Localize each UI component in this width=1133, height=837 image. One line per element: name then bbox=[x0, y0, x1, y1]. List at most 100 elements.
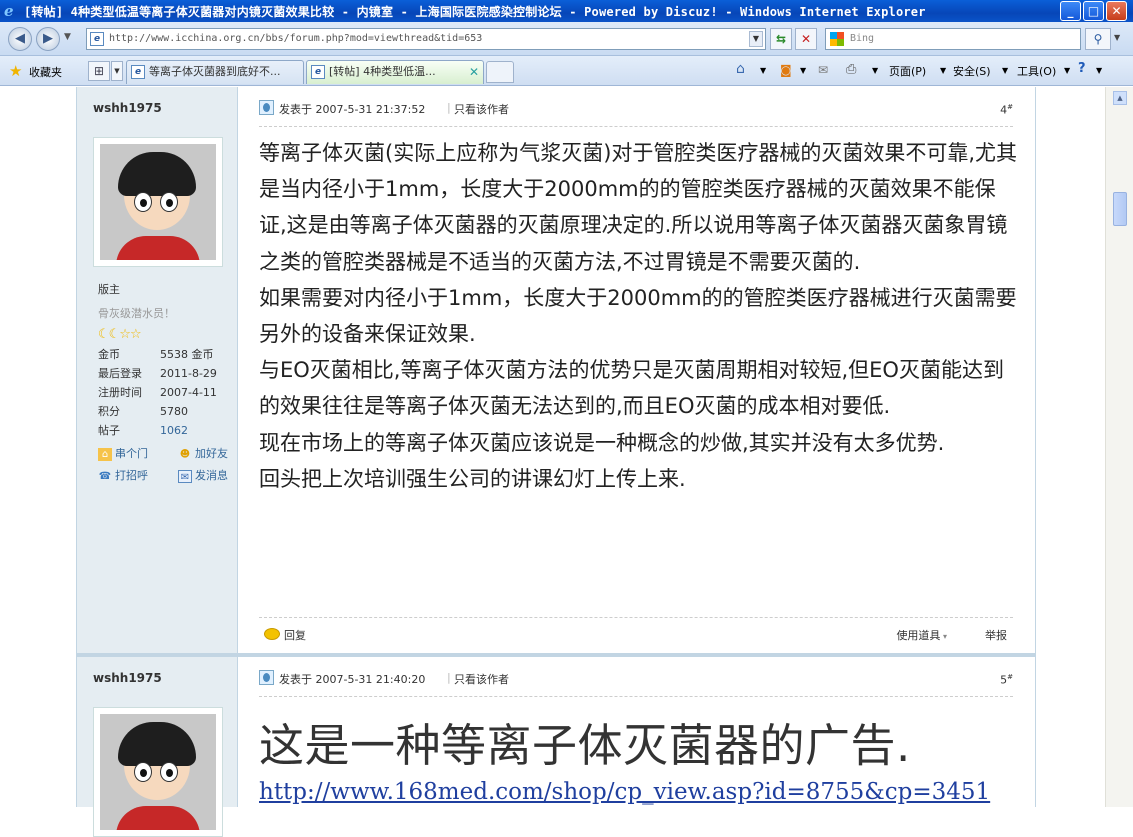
home-icon: ⌂ bbox=[98, 447, 112, 461]
reply-icon[interactable] bbox=[264, 628, 280, 640]
author-name[interactable]: wshh1975 bbox=[93, 671, 162, 685]
message-paragraph: 等离子体灭菌(实际上应称为气浆灭菌)对于管腔类医疗器械的灭菌效果不可靠,尤其是当… bbox=[259, 141, 1018, 274]
add-friend-icon: ☻ bbox=[179, 448, 191, 460]
page-menu-dropdown-icon[interactable]: ▼ bbox=[940, 66, 946, 75]
post-5: wshh1975 发表于 2007-5-31 21:40:20 | 只看该作者 … bbox=[77, 657, 1035, 837]
avatar-image bbox=[100, 144, 216, 260]
maximize-button[interactable]: □ bbox=[1083, 1, 1104, 21]
help-dropdown-icon[interactable]: ▼ bbox=[1096, 66, 1102, 75]
quick-tabs-icon[interactable]: ⊞ bbox=[88, 61, 110, 81]
avatar[interactable] bbox=[93, 707, 223, 837]
post-time: 发表于 2007-5-31 21:40:20 bbox=[279, 673, 426, 686]
post-content-area: 发表于 2007-5-31 21:37:52 | 只看该作者 4# 等离子体灭菌… bbox=[239, 87, 1035, 653]
tools-menu[interactable]: 工具(O) bbox=[1017, 63, 1056, 79]
author-name[interactable]: wshh1975 bbox=[93, 101, 162, 115]
page-icon: e bbox=[90, 32, 104, 46]
post-4: wshh1975 版主 骨灰级潜水员！ ☾☾☆☆ 金币 5538 金币 最后登录 2… bbox=[77, 87, 1035, 653]
floor-number[interactable]: 4# bbox=[1000, 103, 1013, 117]
close-tab-icon[interactable]: ✕ bbox=[469, 61, 479, 83]
reply-button[interactable]: 回复 bbox=[284, 627, 306, 643]
favorites-tab-bar: ★ 收藏夹 ⊞ ▼ e 等离子体灭菌器到底好不... e [转帖] 4种类型低温… bbox=[0, 56, 1133, 86]
back-button[interactable]: ◀ bbox=[8, 27, 32, 51]
message-paragraph: 如果需要对内径小于1mm，长度大于2000mm的的管腔类医疗器械进行灭菌需要另外… bbox=[259, 285, 1017, 347]
favorites-star-icon[interactable]: ★ bbox=[9, 62, 22, 80]
new-tab-button[interactable] bbox=[486, 61, 514, 83]
message-icon: ✉ bbox=[178, 469, 192, 483]
safety-menu[interactable]: 安全(S) bbox=[953, 63, 991, 79]
author-sidebar: wshh1975 版主 骨灰级潜水员！ ☾☾☆☆ 金币 5538 金币 最后登录 2… bbox=[77, 87, 238, 653]
minimize-button[interactable]: _ bbox=[1060, 1, 1081, 21]
post-title: 这是一种等离子体灭菌器的广告. bbox=[259, 719, 911, 772]
forward-button[interactable]: ▶ bbox=[36, 27, 60, 51]
use-tools-menu[interactable]: 使用道具 bbox=[896, 627, 947, 643]
stat-posts: 帖子 1062 bbox=[98, 424, 188, 437]
address-toolbar: ◀ ▶ ▼ e http://www.icchina.org.cn/bbs/fo… bbox=[0, 22, 1133, 56]
ie-logo-icon: e bbox=[4, 2, 14, 20]
search-input[interactable]: Bing bbox=[825, 28, 1081, 50]
greet-button[interactable]: ☎ 打招呼 bbox=[98, 467, 178, 483]
only-author-link[interactable]: 只看该作者 bbox=[454, 101, 509, 117]
tools-menu-dropdown-icon[interactable]: ▼ bbox=[1064, 66, 1070, 75]
print-dropdown-icon[interactable]: ▼ bbox=[872, 66, 878, 75]
author-sidebar: wshh1975 bbox=[77, 657, 238, 837]
close-window-button[interactable]: ✕ bbox=[1106, 1, 1127, 21]
stat-last-login: 最后登录 2011-8-29 bbox=[98, 367, 217, 380]
page-menu[interactable]: 页面(P) bbox=[889, 63, 926, 79]
forum-thread: wshh1975 版主 骨灰级潜水员！ ☾☾☆☆ 金币 5538 金币 最后登录 2… bbox=[76, 87, 1036, 837]
send-message-button[interactable]: ✉ 发消息 bbox=[178, 467, 228, 483]
only-author-link[interactable]: 只看该作者 bbox=[454, 671, 509, 687]
post-content-area: 发表于 2007-5-31 21:40:20 | 只看该作者 5# 这是一种等离… bbox=[239, 657, 1035, 807]
mail-icon[interactable]: ✉ bbox=[818, 63, 828, 77]
floor-number[interactable]: 5# bbox=[1000, 673, 1013, 687]
stat-points: 积分 5780 bbox=[98, 405, 188, 418]
search-options-icon[interactable]: ▼ bbox=[1114, 33, 1120, 42]
favorites-button[interactable]: 收藏夹 bbox=[29, 64, 62, 80]
tab-plasma-sterilizer[interactable]: e 等离子体灭菌器到底好不... bbox=[126, 60, 304, 84]
page-icon: e bbox=[311, 65, 325, 79]
home-icon[interactable]: ⌂ bbox=[736, 61, 745, 77]
window-title-bar: e [转帖] 4种类型低温等离子体灭菌器对内镜灭菌效果比较 - 内镜室 - 上海… bbox=[0, 0, 1133, 22]
scroll-up-icon[interactable]: ▲ bbox=[1113, 91, 1127, 105]
stat-register-time: 注册时间 2007-4-11 bbox=[98, 386, 217, 399]
feeds-icon[interactable]: ◙ bbox=[780, 63, 792, 77]
add-friend-button[interactable]: ☻ 加好友 bbox=[178, 445, 228, 461]
tab-list-dropdown-icon[interactable]: ▼ bbox=[111, 61, 123, 81]
avatar[interactable] bbox=[93, 137, 223, 267]
post-header: 发表于 2007-5-31 21:40:20 | 只看该作者 5# bbox=[259, 667, 1013, 697]
avatar-image bbox=[100, 714, 216, 830]
tab-label: 等离子体灭菌器到底好不... bbox=[149, 65, 281, 78]
vertical-scrollbar[interactable]: ▲ bbox=[1105, 87, 1133, 807]
home-dropdown-icon[interactable]: ▼ bbox=[760, 66, 766, 75]
url-text: http://www.icchina.org.cn/bbs/forum.php?… bbox=[109, 33, 483, 44]
rank-stars-icon: ☾☾☆☆ bbox=[98, 327, 142, 342]
author-rank-title: 骨灰级潜水员！ bbox=[98, 307, 175, 320]
author-rank: 版主 bbox=[98, 283, 120, 296]
search-placeholder: Bing bbox=[850, 33, 875, 44]
scroll-thumb[interactable] bbox=[1113, 192, 1127, 226]
refresh-button[interactable]: ⇆ bbox=[770, 28, 792, 50]
recent-pages-dropdown[interactable]: ▼ bbox=[64, 32, 71, 42]
address-input[interactable]: e http://www.icchina.org.cn/bbs/forum.ph… bbox=[86, 28, 766, 50]
tab-active-thread[interactable]: e [转帖] 4种类型低温... ✕ bbox=[306, 60, 484, 84]
post-header: 发表于 2007-5-31 21:37:52 | 只看该作者 4# bbox=[259, 97, 1013, 127]
message-paragraph: 与EO灭菌相比,等离子体灭菌方法的优势只是灭菌周期相对较短,但EO灭菌能达到的效… bbox=[259, 358, 1004, 419]
message-paragraph: 现在市场上的等离子体灭菌应该说是一种概念的炒做,其实并没有太多优势. bbox=[259, 430, 945, 455]
help-icon[interactable]: ? bbox=[1078, 61, 1086, 76]
window-title: [转帖] 4种类型低温等离子体灭菌器对内镜灭菌效果比较 - 内镜室 - 上海国际… bbox=[24, 5, 926, 19]
post-footer: 回复 使用道具 举报 bbox=[259, 617, 1013, 651]
ad-link[interactable]: http://www.168med.com/shop/cp_view.asp?i… bbox=[259, 779, 990, 805]
post-message: 等离子体灭菌(实际上应称为气浆灭菌)对于管腔类医疗器械的灭菌效果不可靠,尤其是当… bbox=[259, 135, 1019, 497]
search-button[interactable]: ⚲ bbox=[1085, 28, 1111, 50]
visit-button[interactable]: ⌂ 串个门 bbox=[98, 445, 178, 461]
report-button[interactable]: 举报 bbox=[985, 627, 1007, 643]
page-icon: e bbox=[131, 65, 145, 79]
stat-coins: 金币 5538 金币 bbox=[98, 348, 214, 361]
bing-icon bbox=[830, 32, 844, 46]
address-dropdown-icon[interactable]: ▼ bbox=[749, 31, 763, 47]
post-time: 发表于 2007-5-31 21:37:52 bbox=[279, 103, 426, 116]
stop-button[interactable]: ✕ bbox=[795, 28, 817, 50]
feeds-dropdown-icon[interactable]: ▼ bbox=[800, 66, 806, 75]
print-icon[interactable]: ⎙ bbox=[846, 62, 856, 77]
safety-menu-dropdown-icon[interactable]: ▼ bbox=[1002, 66, 1008, 75]
message-paragraph: 回头把上次培训强生公司的讲课幻灯上传上来. bbox=[259, 466, 686, 491]
